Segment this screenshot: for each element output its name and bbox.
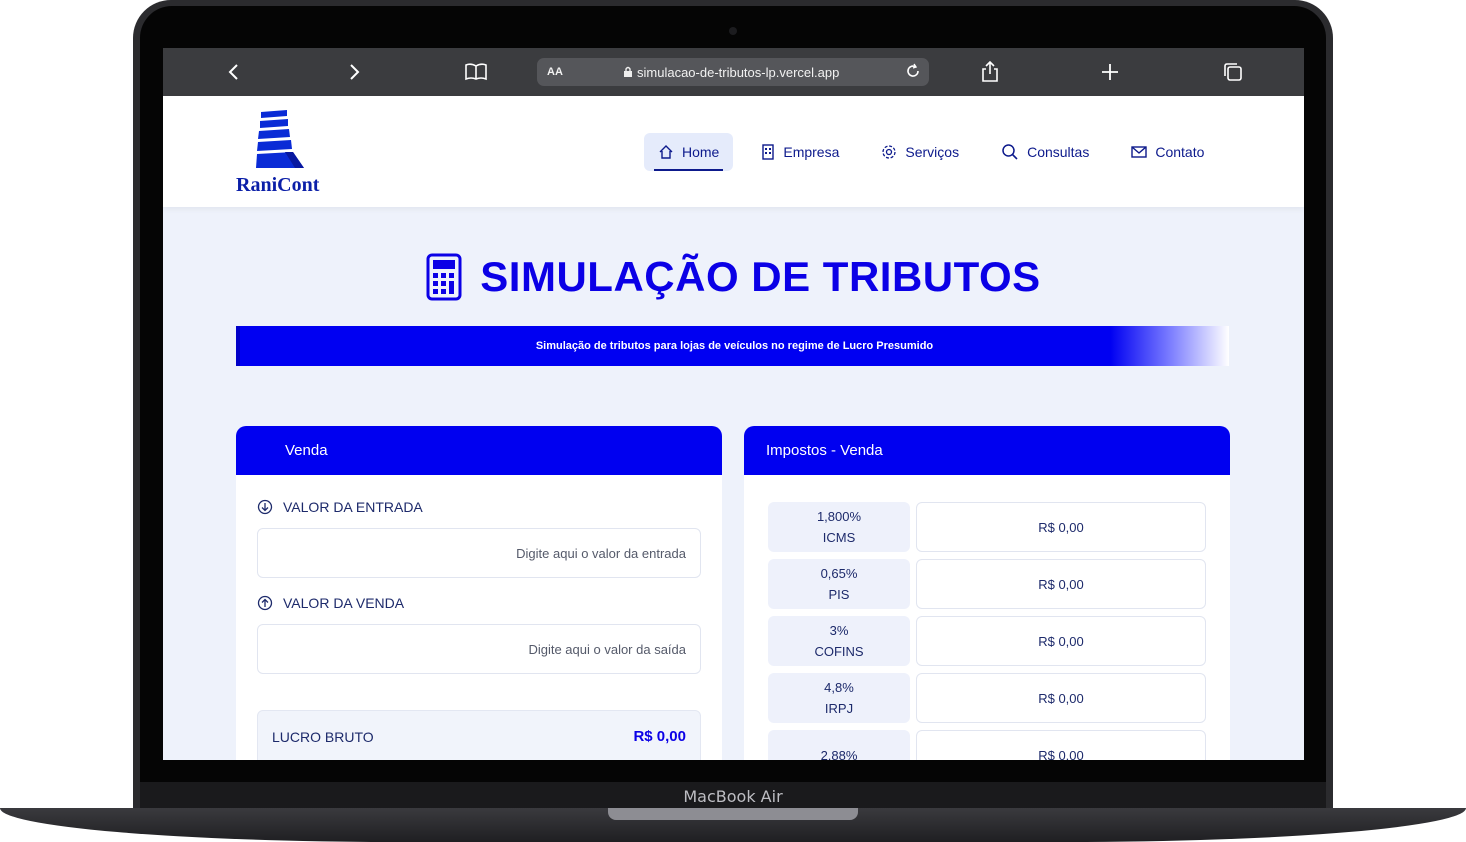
nav-contato-label: Contato (1155, 144, 1205, 160)
reader-aa-button[interactable]: AA (547, 66, 563, 78)
lock-icon (624, 66, 632, 77)
nav-home-label: Home (682, 144, 720, 160)
screen: AA simulacao-de-tributos-lp.vercel.app R… (163, 48, 1304, 760)
share-icon[interactable] (978, 60, 1002, 84)
tabs-overview-icon[interactable] (1221, 60, 1245, 84)
page-title: SIMULAÇÃO DE TRIBUTOS (480, 253, 1041, 300)
laptop-chin: MacBook Air (140, 782, 1326, 810)
tax-rate: 4,8% (824, 680, 854, 695)
tax-name: COFINS (814, 644, 864, 659)
tax-row-irpj: 4,8% IRPJ R$ 0,00 (768, 673, 1206, 723)
tax-name: ICMS (822, 530, 856, 545)
nav-servicos-label: Serviços (905, 144, 960, 160)
impostos-card: Impostos - Venda 1,800% ICMS R$ 0,00 0,6… (744, 426, 1230, 760)
tax-value: R$ 0,00 (916, 730, 1206, 760)
building-icon (762, 144, 775, 160)
arrow-down-circle-icon (257, 499, 273, 515)
title-row: SIMULAÇÃO DE TRIBUTOS (163, 253, 1304, 301)
tax-row-pis: 0,65% PIS R$ 0,00 (768, 559, 1206, 609)
logo-text: RaniCont (236, 174, 320, 196)
tax-rate-badge: 2,88% (768, 730, 910, 760)
venda-label: VALOR DA VENDA (257, 595, 404, 611)
nav-home[interactable]: Home (644, 133, 734, 171)
back-button[interactable] (222, 60, 246, 84)
venda-card: Venda VALOR DA ENTRADA VALOR DA VENDA LU… (236, 426, 722, 760)
nav-empresa-label: Empresa (783, 144, 840, 160)
tax-rate-badge: 4,8% IRPJ (768, 673, 910, 723)
bookmarks-icon[interactable] (464, 60, 488, 84)
lucro-bruto-value: R$ 0,00 (633, 728, 686, 745)
search-icon (1002, 144, 1018, 160)
nav-consultas[interactable]: Consultas (987, 133, 1103, 171)
camera-icon (729, 27, 737, 35)
new-tab-icon[interactable] (1098, 60, 1122, 84)
nav-empresa[interactable]: Empresa (747, 133, 853, 171)
tax-name: PIS (828, 587, 850, 602)
impostos-card-header: Impostos - Venda (744, 426, 1230, 475)
url-text: simulacao-de-tributos-lp.vercel.app (637, 64, 840, 80)
nav-contato[interactable]: Contato (1117, 133, 1218, 171)
tax-rate: 2,88% (820, 747, 858, 761)
tax-rate: 1,800% (816, 509, 862, 524)
tax-rate: 3% (829, 623, 849, 638)
browser-toolbar: AA simulacao-de-tributos-lp.vercel.app (163, 48, 1304, 96)
tax-name: IRPJ (824, 701, 854, 716)
tax-rate-badge: 3% COFINS (768, 616, 910, 666)
lucro-bruto-label: LUCRO BRUTO (272, 729, 374, 745)
tax-value: R$ 0,00 (916, 559, 1206, 609)
site-header: RaniCont Home Empresa Serviços Consultas… (163, 96, 1304, 207)
tax-row-cofins: 3% COFINS R$ 0,00 (768, 616, 1206, 666)
arrow-up-circle-icon (257, 595, 273, 611)
mail-icon (1131, 146, 1148, 158)
venda-input[interactable] (257, 624, 701, 674)
calculator-icon (426, 253, 462, 301)
nav-consultas-label: Consultas (1027, 144, 1090, 160)
entrada-input[interactable] (257, 528, 701, 578)
reload-icon[interactable] (905, 63, 921, 82)
tax-value: R$ 0,00 (916, 673, 1206, 723)
forward-button[interactable] (342, 60, 366, 84)
entrada-label-text: VALOR DA ENTRADA (283, 499, 423, 515)
laptop-notch (608, 808, 858, 820)
tax-rate-badge: 0,65% PIS (768, 559, 910, 609)
nav-servicos[interactable]: Serviços (867, 133, 973, 171)
subtitle-banner: Simulação de tributos para lojas de veíc… (236, 326, 1229, 366)
venda-label-text: VALOR DA VENDA (283, 595, 405, 611)
tax-value: R$ 0,00 (916, 502, 1206, 552)
main-nav: Home Empresa Serviços Consultas Contato (644, 133, 1232, 171)
lucro-bruto-summary: LUCRO BRUTO R$ 0,00 (257, 710, 701, 760)
tax-value: R$ 0,00 (916, 616, 1206, 666)
device-label: MacBook Air (683, 786, 783, 806)
home-icon (659, 145, 673, 159)
tax-row-csll: 2,88% R$ 0,00 (768, 730, 1206, 760)
tax-rate-badge: 1,800% ICMS (768, 502, 910, 552)
address-bar[interactable]: AA simulacao-de-tributos-lp.vercel.app (537, 58, 929, 86)
venda-card-header: Venda (236, 426, 722, 475)
tax-rate: 0,65% (820, 566, 858, 581)
entrada-label: VALOR DA ENTRADA (257, 499, 423, 515)
tax-row-icms: 1,800% ICMS R$ 0,00 (768, 502, 1206, 552)
gear-icon (882, 145, 897, 159)
